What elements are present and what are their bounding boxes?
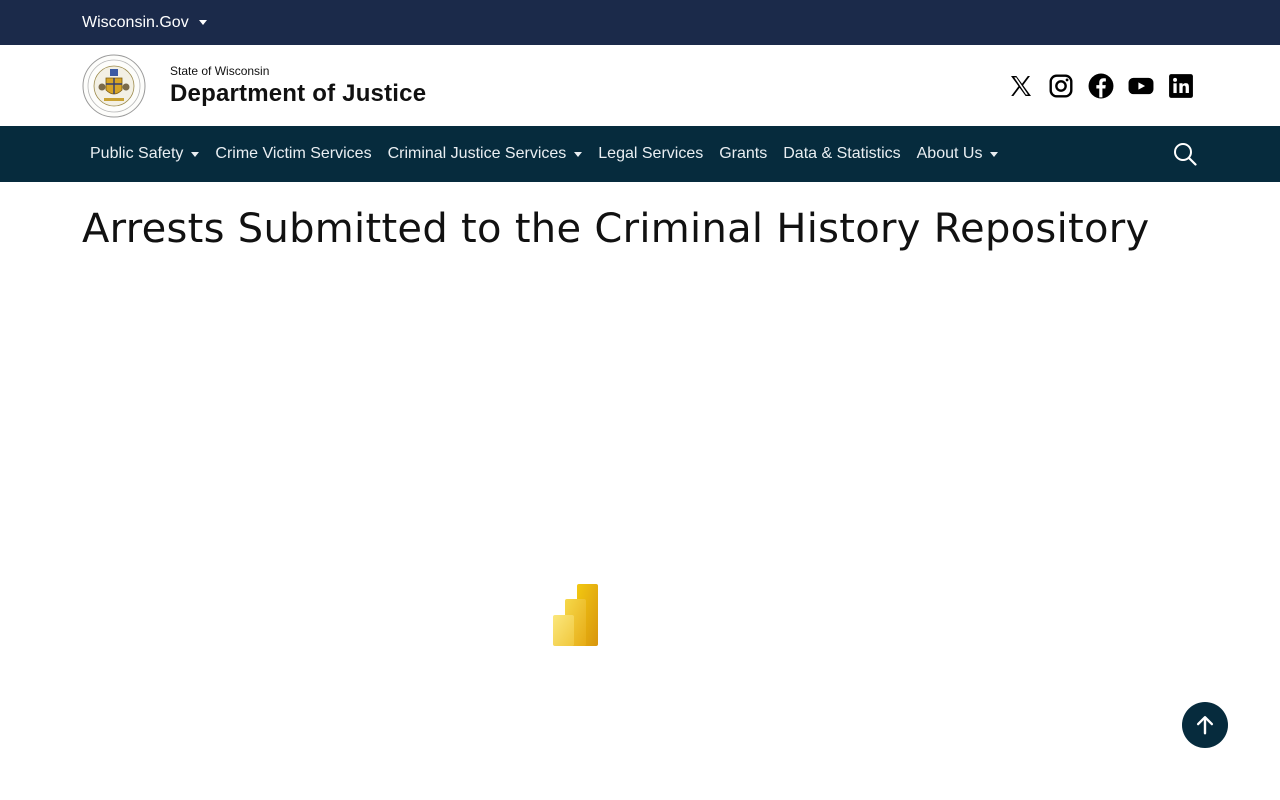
nav-item-criminal-justice-services[interactable]: Criminal Justice Services	[388, 145, 583, 163]
nav-item-legal-services[interactable]: Legal Services	[598, 145, 703, 163]
linkedin-icon[interactable]	[1168, 73, 1194, 99]
nav-item-label: Grants	[719, 145, 768, 162]
facebook-icon[interactable]	[1088, 73, 1114, 99]
chevron-down-icon	[191, 151, 200, 157]
youtube-icon[interactable]	[1128, 73, 1154, 99]
brand-link[interactable]: State of Wisconsin Department of Justice	[82, 54, 426, 118]
brand-text: State of Wisconsin Department of Justice	[170, 64, 426, 108]
nav-item-label: Criminal Justice Services	[387, 145, 567, 162]
page-title: Arrests Submitted to the Criminal Histor…	[82, 206, 1150, 252]
department-title: Department of Justice	[170, 79, 427, 107]
state-label: State of Wisconsin	[170, 63, 270, 78]
power-bi-report-frame[interactable]	[82, 270, 1198, 790]
wisconsin-gov-label: Wisconsin.Gov	[82, 13, 189, 31]
main-navigation: Public Safety Crime Victim Services Crim…	[0, 126, 1280, 182]
search-icon	[1174, 143, 1197, 166]
nav-item-crime-victim-services[interactable]: Crime Victim Services	[215, 145, 371, 163]
instagram-icon[interactable]	[1048, 73, 1074, 99]
back-to-top-button[interactable]	[1182, 702, 1228, 748]
nav-item-public-safety[interactable]: Public Safety	[90, 145, 200, 163]
nav-item-label: Crime Victim Services	[215, 145, 372, 162]
chevron-down-icon	[990, 151, 999, 157]
social-links	[1008, 73, 1194, 99]
x-icon[interactable]	[1008, 73, 1034, 99]
nav-item-label: Data & Statistics	[783, 145, 901, 162]
arrow-up-icon	[1196, 716, 1214, 735]
nav-menu: Public Safety Crime Victim Services Crim…	[90, 145, 999, 163]
nav-item-about-us[interactable]: About Us	[917, 145, 999, 163]
nav-item-label: About Us	[916, 145, 983, 162]
top-utility-bar: Wisconsin.Gov	[0, 0, 1280, 45]
nav-item-label: Public Safety	[90, 145, 184, 162]
search-button[interactable]	[1172, 141, 1198, 167]
chevron-down-icon	[574, 151, 583, 157]
power-bi-logo-icon	[553, 584, 598, 646]
nav-item-data-statistics[interactable]: Data & Statistics	[783, 145, 900, 163]
nav-item-grants[interactable]: Grants	[719, 145, 767, 163]
chevron-down-icon	[198, 20, 207, 25]
wisconsin-doj-seal-icon	[82, 54, 146, 117]
nav-item-label: Legal Services	[598, 145, 704, 162]
wisconsin-gov-dropdown[interactable]: Wisconsin.Gov	[82, 14, 207, 32]
site-header: State of Wisconsin Department of Justice	[0, 45, 1280, 126]
